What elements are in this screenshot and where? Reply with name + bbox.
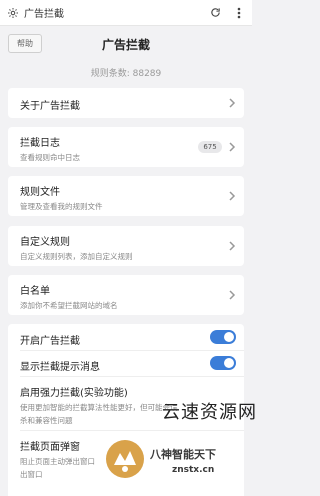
refresh-icon[interactable]	[208, 6, 222, 20]
whitelist-title: 白名单	[20, 286, 50, 297]
chevron-right-icon	[229, 191, 236, 201]
more-vertical-icon[interactable]	[232, 6, 246, 20]
page-header: 广告拦截	[0, 30, 252, 58]
top-bar: 广告拦截	[0, 0, 252, 26]
whitelist-card[interactable]: 白名单 添加你不希望拦截网站的域名	[8, 275, 244, 315]
enable-adblock-label: 开启广告拦截	[20, 336, 80, 347]
strong-block-label: 启用强力拦截(实验功能)	[20, 388, 128, 399]
log-count-badge: 675	[198, 141, 222, 153]
topbar-title: 广告拦截	[24, 9, 64, 20]
chevron-right-icon	[229, 241, 236, 251]
watermark-text: 云速资源网	[162, 402, 257, 423]
log-card[interactable]: 拦截日志 查看规则命中日志 675	[8, 127, 244, 167]
show-block-message-label: 显示拦截提示消息	[20, 362, 100, 373]
rule-files-card[interactable]: 规则文件 管理及查看我的规则文件	[8, 176, 244, 216]
watermark-line-2: znstx.cn	[172, 465, 215, 475]
rule-count-text: 规则条数: 88289	[90, 69, 162, 79]
divider	[20, 376, 244, 377]
about-title: 关于广告拦截	[20, 101, 80, 112]
divider	[20, 350, 244, 351]
log-subtitle: 查看规则命中日志	[20, 153, 80, 162]
show-block-message-toggle[interactable]	[210, 356, 236, 370]
settings-gear-icon[interactable]	[6, 6, 20, 20]
rule-files-title: 规则文件	[20, 187, 60, 198]
watermark-line-1: 八神智能天下	[150, 448, 216, 461]
watermark-logo-icon	[106, 440, 144, 478]
chevron-right-icon	[229, 290, 236, 300]
chevron-right-icon	[229, 98, 236, 108]
divider	[20, 430, 244, 431]
page-title: 广告拦截	[101, 37, 150, 52]
custom-rules-title: 自定义规则	[20, 237, 70, 248]
rule-files-subtitle: 管理及查看我的规则文件	[20, 202, 103, 211]
enable-adblock-toggle[interactable]	[210, 330, 236, 344]
whitelist-subtitle: 添加你不希望拦截网站的域名	[20, 301, 118, 310]
custom-rules-subtitle: 自定义规则列表，添加自定义规则	[20, 252, 133, 261]
chevron-right-icon	[229, 142, 236, 152]
about-card[interactable]: 关于广告拦截	[8, 88, 244, 118]
custom-rules-card[interactable]: 自定义规则 自定义规则列表，添加自定义规则	[8, 226, 244, 266]
